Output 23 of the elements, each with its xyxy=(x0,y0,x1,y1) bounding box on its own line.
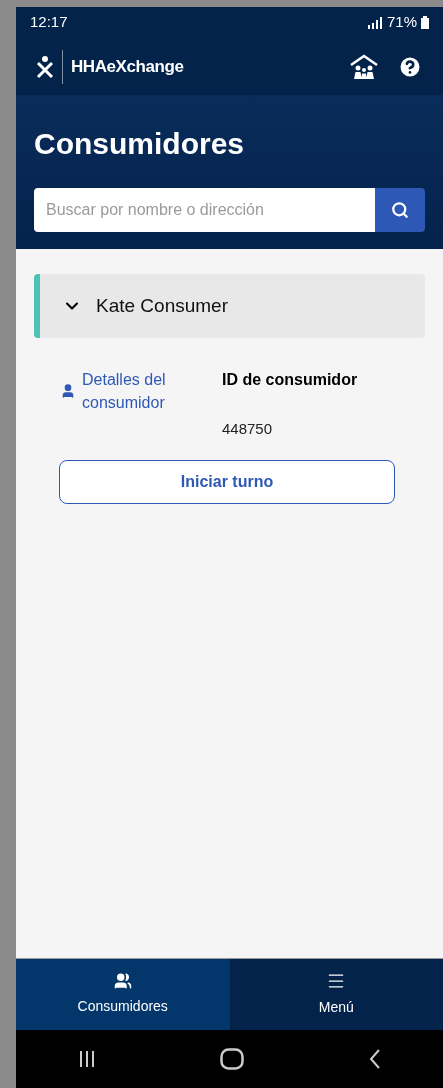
bottom-nav-tab[interactable]: Menú xyxy=(229,959,443,1030)
consumer-id-label: ID de consumidor xyxy=(222,370,358,390)
back-icon[interactable] xyxy=(368,1049,381,1069)
search-icon xyxy=(391,201,409,219)
search-button[interactable] xyxy=(375,188,425,232)
app-logo: HHAeXchange xyxy=(71,55,184,78)
status-time: 12:17 xyxy=(30,12,68,33)
logo-icon xyxy=(36,54,54,79)
home-icon[interactable] xyxy=(220,1048,245,1070)
home-family-icon[interactable] xyxy=(349,53,379,80)
consumer-id-value: 448750 xyxy=(222,419,274,439)
consumer-accordion-header[interactable]: Kate Consumer xyxy=(34,274,425,338)
recent-apps-icon[interactable] xyxy=(78,1050,97,1068)
bottom-nav-tab[interactable]: Consumidores xyxy=(16,959,230,1030)
page-title: Consumidores xyxy=(34,126,246,162)
people-icon xyxy=(113,972,132,990)
battery-icon xyxy=(421,16,429,29)
signal-icon xyxy=(366,16,383,29)
start-shift-button[interactable]: Iniciar turno xyxy=(59,459,395,504)
battery-percent: 71% xyxy=(386,12,417,33)
person-icon xyxy=(60,383,76,399)
search-field[interactable]: Buscar por nombre o dirección xyxy=(34,188,375,232)
consumer-details-link[interactable]: Detalles del consumidor xyxy=(82,368,192,414)
